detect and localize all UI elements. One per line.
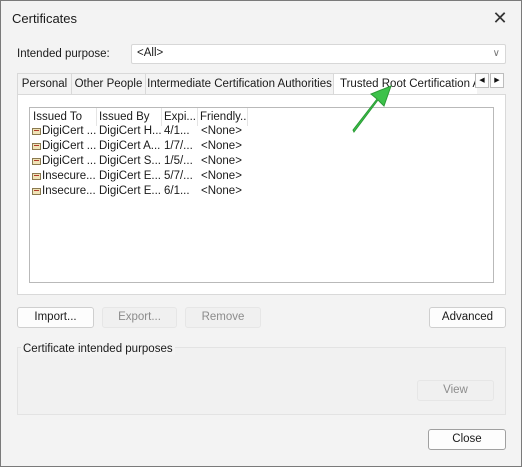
tab-other-people-label: Other People — [74, 78, 143, 90]
cell-issued-by: DigiCert S... — [99, 155, 161, 167]
column-issued-to[interactable]: Issued To — [30, 108, 97, 126]
tab-other-people[interactable]: Other People — [71, 73, 146, 94]
close-button[interactable]: Close — [428, 429, 506, 450]
cell-friendly-name: <None> — [201, 140, 242, 152]
tab-scroll-right-icon[interactable]: ▶ — [490, 73, 504, 88]
certificate-icon — [32, 143, 41, 150]
intended-purpose-select[interactable]: <All> ∨ — [131, 44, 506, 64]
tab-intermediate-ca-label: Intermediate Certification Authorities — [147, 78, 332, 90]
certificate-icon — [32, 158, 41, 165]
certificate-icon — [32, 128, 41, 135]
cell-expiration: 4/1... — [164, 125, 190, 137]
close-icon[interactable]: ✕ — [491, 9, 509, 27]
certificate-icon — [32, 188, 41, 195]
cell-friendly-name: <None> — [201, 170, 242, 182]
advanced-button[interactable]: Advanced — [429, 307, 506, 328]
cell-issued-by: DigiCert A... — [99, 140, 161, 152]
list-header: Issued To Issued By Expi... Friendly... — [30, 108, 493, 126]
cell-issued-by: DigiCert H... — [99, 125, 161, 137]
cell-friendly-name: <None> — [201, 125, 242, 137]
cell-issued-to: DigiCert ... — [32, 140, 96, 152]
column-friendly-name[interactable]: Friendly... — [197, 108, 248, 126]
title-bar: Certificates ✕ — [1, 1, 521, 37]
tab-intermediate-ca[interactable]: Intermediate Certification Authorities — [145, 73, 334, 94]
export-button[interactable]: Export... — [102, 307, 177, 328]
cell-issued-to: Insecure.... — [32, 185, 96, 197]
cell-friendly-name: <None> — [201, 185, 242, 197]
cell-issued-by: DigiCert E... — [99, 185, 161, 197]
certificate-list[interactable]: Issued To Issued By Expi... Friendly... … — [29, 107, 494, 283]
intended-purpose-value: <All> — [137, 47, 164, 59]
cell-expiration: 1/5/... — [164, 155, 193, 167]
cell-issued-to: DigiCert ... — [32, 125, 96, 137]
tab-personal-label: Personal — [21, 78, 68, 90]
certificates-dialog: Certificates ✕ Intended purpose: <All> ∨… — [0, 0, 522, 467]
cell-expiration: 5/7/... — [164, 170, 193, 182]
tab-panel: Issued To Issued By Expi... Friendly... … — [17, 94, 506, 295]
arrow-shape — [352, 85, 392, 133]
tab-scroll-left-icon[interactable]: ◀ — [475, 73, 489, 88]
cell-issued-to: Insecure.... — [32, 170, 96, 182]
tab-personal[interactable]: Personal — [17, 73, 72, 94]
cell-issued-by: DigiCert E... — [99, 170, 161, 182]
column-issued-by[interactable]: Issued By — [96, 108, 162, 126]
tab-strip: Personal Other People Intermediate Certi… — [17, 73, 477, 94]
table-row[interactable]: DigiCert ... DigiCert S... 1/5/... <None… — [30, 155, 493, 170]
column-expiration[interactable]: Expi... — [161, 108, 198, 126]
table-row[interactable]: DigiCert ... DigiCert A... 1/7/... <None… — [30, 140, 493, 155]
cell-expiration: 6/1... — [164, 185, 190, 197]
annotation-arrow-icon — [352, 85, 392, 133]
view-button[interactable]: View — [417, 380, 494, 401]
intended-purpose-label: Intended purpose: — [17, 48, 110, 60]
certificate-icon — [32, 173, 41, 180]
cell-issued-to: DigiCert ... — [32, 155, 96, 167]
chevron-down-icon: ∨ — [492, 48, 500, 59]
import-button[interactable]: Import... — [17, 307, 94, 328]
dialog-title: Certificates — [12, 11, 78, 26]
certificate-purposes-label: Certificate intended purposes — [21, 343, 175, 355]
remove-button[interactable]: Remove — [185, 307, 261, 328]
cell-friendly-name: <None> — [201, 155, 242, 167]
cell-expiration: 1/7/... — [164, 140, 193, 152]
table-row[interactable]: Insecure.... DigiCert E... 5/7/... <None… — [30, 170, 493, 185]
table-row[interactable]: DigiCert ... DigiCert H... 4/1... <None> — [30, 125, 493, 140]
table-row[interactable]: Insecure.... DigiCert E... 6/1... <None> — [30, 185, 493, 200]
